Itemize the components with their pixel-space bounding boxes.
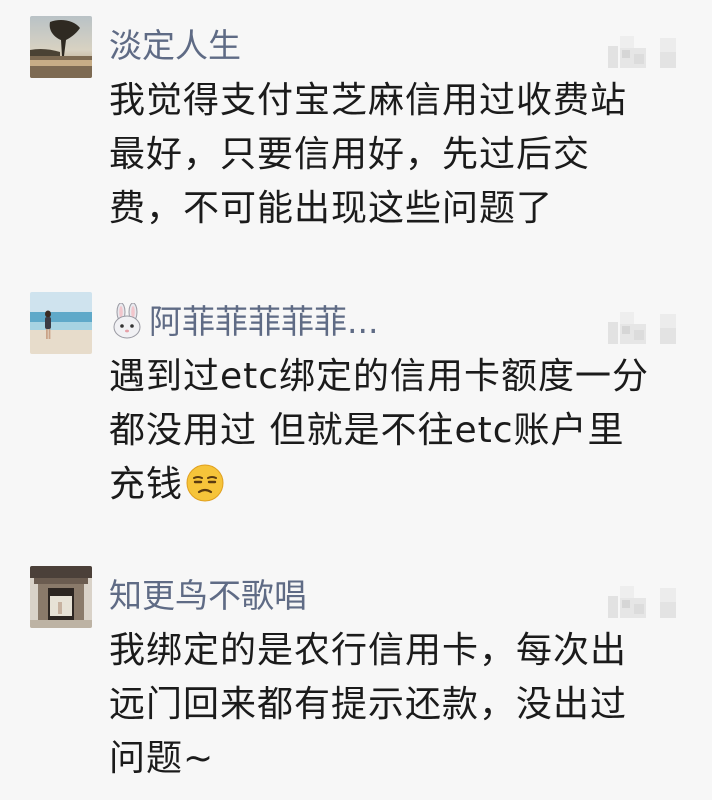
commenter-name[interactable]: 阿菲菲菲菲菲... — [109, 302, 378, 342]
lake-sunset-avatar — [30, 16, 92, 78]
avatar[interactable] — [30, 292, 92, 354]
comment-item: 知更鸟不歌唱 我绑定的是农行信用卡，每次出 远门回来都有提示还款，没出过 问题~ — [0, 566, 712, 800]
comment-text: 我觉得支付宝芝麻信用过收费站 最好，只要信用好，先过后交 费，不可能出现这些问题… — [109, 74, 689, 236]
comment-line: 远门回来都有提示还款，没出过 — [109, 684, 628, 725]
thumbs-up-icon[interactable] — [608, 308, 680, 348]
comment-item: 阿菲菲菲菲菲... 遇到过etc绑定的信用卡额度一分 都没用过 但就是不往etc… — [0, 292, 712, 522]
comment-list: 淡定人生 我觉得支付宝芝麻信用过收费站 最好，只要信用好，先过后交 费，不可能出… — [0, 0, 712, 800]
rabbit-emoji-icon — [109, 302, 145, 339]
unamused-face-emoji — [185, 463, 225, 503]
comment-line: 遇到过etc绑定的信用卡额度一分 — [109, 356, 650, 397]
beach-girl-avatar — [30, 292, 92, 354]
comment-text: 我绑定的是农行信用卡，每次出 远门回来都有提示还款，没出过 问题~ — [109, 624, 689, 786]
comment-text: 遇到过etc绑定的信用卡额度一分 都没用过 但就是不往etc账户里 充钱 — [109, 350, 689, 512]
comment-line: 我觉得支付宝芝麻信用过收费站 — [109, 80, 628, 121]
commenter-name[interactable]: 淡定人生 — [109, 26, 241, 66]
comment-line: 问题~ — [109, 738, 215, 779]
comment-line: 都没用过 但就是不往etc账户里 — [109, 410, 625, 451]
thumbs-up-icon[interactable] — [608, 32, 680, 72]
doorway-avatar — [30, 566, 92, 628]
comment-line: 充钱 — [109, 458, 689, 512]
avatar[interactable] — [30, 566, 92, 628]
commenter-name[interactable]: 知更鸟不歌唱 — [109, 576, 307, 616]
commenter-name-text: 阿菲菲菲菲菲... — [149, 302, 379, 341]
avatar[interactable] — [30, 16, 92, 78]
comment-line-text: 充钱 — [109, 464, 184, 505]
comment-item: 淡定人生 我觉得支付宝芝麻信用过收费站 最好，只要信用好，先过后交 费，不可能出… — [0, 16, 712, 246]
comment-line: 费，不可能出现这些问题了 — [109, 188, 554, 229]
thumbs-up-icon[interactable] — [608, 582, 680, 622]
comment-line: 我绑定的是农行信用卡，每次出 — [109, 630, 628, 671]
comment-line: 最好，只要信用好，先过后交 — [109, 134, 591, 175]
